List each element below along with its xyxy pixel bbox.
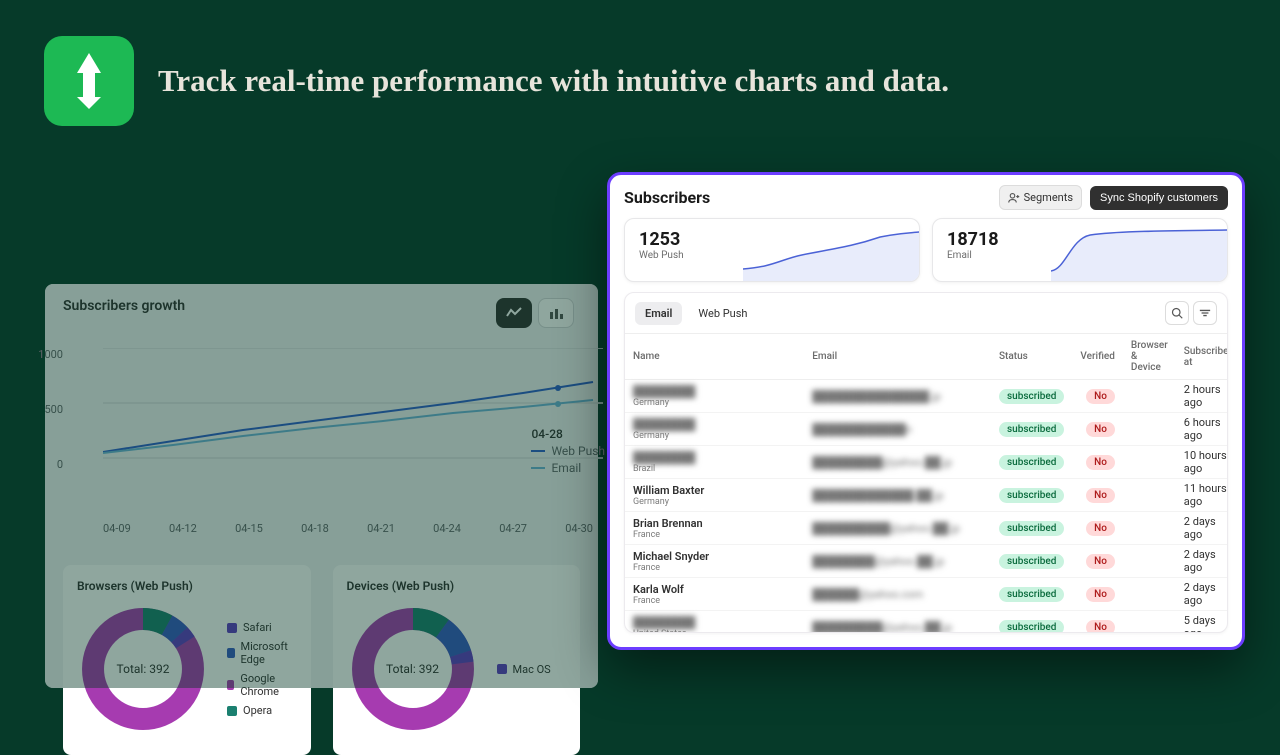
subscriber-name: ████████ bbox=[633, 616, 695, 629]
status-cell: subscribed bbox=[991, 512, 1072, 545]
subscriber-country: France bbox=[633, 563, 796, 573]
subscriber-country: United States bbox=[633, 629, 796, 634]
headline: Track real-time performance with intuiti… bbox=[158, 63, 949, 99]
subscriber-country: France bbox=[633, 530, 796, 540]
status-cell: subscribed bbox=[991, 446, 1072, 479]
subscriber-name: William Baxter bbox=[633, 484, 796, 497]
status-cell: subscribed bbox=[991, 380, 1072, 413]
subscriber-name: ████████ bbox=[633, 418, 695, 431]
subscribed-at: 2 hours ago bbox=[1176, 380, 1228, 413]
segments-button[interactable]: Segments bbox=[999, 185, 1082, 210]
subscriber-email: ████████@yahoo.██.jp bbox=[812, 555, 944, 568]
subscribed-at: 11 hours ago bbox=[1176, 479, 1228, 512]
filter-button[interactable] bbox=[1193, 301, 1217, 325]
table-row[interactable]: William BaxterGermany █████████████.██.jp… bbox=[625, 479, 1228, 512]
subscriber-email: █████████@yahoo.██.jp bbox=[812, 621, 952, 634]
users-icon bbox=[1008, 192, 1020, 204]
subscriber-country: Germany bbox=[633, 398, 796, 408]
subscriber-email: ████████████n bbox=[812, 423, 912, 436]
card-email[interactable]: 18718 Email bbox=[932, 218, 1228, 282]
toggle-bar[interactable] bbox=[538, 298, 574, 328]
subscriber-email: ███████████████.jp bbox=[812, 390, 941, 403]
table-row[interactable]: ████████Brazil █████████@yahoo.██.jp subsc… bbox=[625, 446, 1228, 479]
sync-customers-button[interactable]: Sync Shopify customers bbox=[1090, 186, 1228, 210]
tab-email[interactable]: Email bbox=[635, 302, 682, 325]
devices-donut: Total: 392 bbox=[347, 603, 479, 735]
search-icon bbox=[1171, 307, 1183, 319]
browsers-card: Browsers (Web Push) Total: 392 Safari Mi… bbox=[63, 565, 311, 755]
table-row[interactable]: Brian BrennanFrance ██████████@yahoo.██.j… bbox=[625, 512, 1228, 545]
table-row[interactable]: ████████Germany ███████████████.jp subscri… bbox=[625, 380, 1228, 413]
status-cell: subscribed bbox=[991, 611, 1072, 634]
table-row[interactable]: Michael SnyderFrance ████████@yahoo.██.jp… bbox=[625, 545, 1228, 578]
subscribers-table: Name Email Status Verified Browser & Dev… bbox=[625, 334, 1228, 633]
subscriber-email: █████████@yahoo.██.jp bbox=[812, 456, 952, 469]
browsers-donut: Total: 392 bbox=[77, 603, 209, 735]
verified-cell: No bbox=[1072, 512, 1123, 545]
verified-cell: No bbox=[1072, 479, 1123, 512]
status-cell: subscribed bbox=[991, 545, 1072, 578]
verified-cell: No bbox=[1072, 446, 1123, 479]
verified-cell: No bbox=[1072, 380, 1123, 413]
chart-type-toggle bbox=[496, 298, 574, 328]
growth-x-axis: 04-0904-1204-1504-18 04-2104-2404-2704-3… bbox=[103, 522, 593, 535]
subscriber-country: Brazil bbox=[633, 464, 796, 474]
verified-cell: No bbox=[1072, 611, 1123, 634]
subscribed-at: 2 days ago bbox=[1176, 578, 1228, 611]
subscriber-name: ████████ bbox=[633, 385, 695, 398]
subscribed-at: 2 days ago bbox=[1176, 512, 1228, 545]
sparkline-icon bbox=[743, 219, 919, 282]
subscriber-name: Karla Wolf bbox=[633, 583, 796, 596]
status-cell: subscribed bbox=[991, 413, 1072, 446]
subscriber-email: ██████████@yahoo.██.jp bbox=[812, 522, 960, 535]
subscriber-email: █████████████.██.jp bbox=[812, 489, 944, 502]
tab-web-push[interactable]: Web Push bbox=[688, 302, 757, 325]
devices-card: Devices (Web Push) Total: 392 Mac OS bbox=[333, 565, 581, 755]
search-button[interactable] bbox=[1165, 301, 1189, 325]
subscriber-country: Germany bbox=[633, 497, 796, 507]
status-cell: subscribed bbox=[991, 479, 1072, 512]
sparkline-icon bbox=[1051, 219, 1227, 282]
subscribed-at: 2 days ago bbox=[1176, 545, 1228, 578]
subscriber-country: Germany bbox=[633, 431, 796, 441]
subscriber-name: Brian Brennan bbox=[633, 517, 796, 530]
table-row[interactable]: ████████United States █████████@yahoo.██.… bbox=[625, 611, 1228, 634]
subscriber-email: ██████@yahoo.com bbox=[812, 588, 923, 601]
card-web-push[interactable]: 1253 Web Push bbox=[624, 218, 920, 282]
subscriber-name: Michael Snyder bbox=[633, 550, 796, 563]
growth-panel: Subscribers growth 1000 500 0 04-28 Web … bbox=[45, 284, 598, 688]
toggle-line[interactable] bbox=[496, 298, 532, 328]
subscribers-panel: Subscribers Segments Sync Shopify custom… bbox=[607, 172, 1245, 650]
subscriber-country: France bbox=[633, 596, 796, 606]
subscriber-name: ████████ bbox=[633, 451, 695, 464]
subscribed-at: 6 hours ago bbox=[1176, 413, 1228, 446]
table-row[interactable]: ████████Germany ████████████n subscribedNo… bbox=[625, 413, 1228, 446]
filter-icon bbox=[1199, 308, 1211, 318]
subscribed-at: 5 days ago bbox=[1176, 611, 1228, 634]
subscribed-at: 10 hours ago bbox=[1176, 446, 1228, 479]
app-logo bbox=[44, 36, 134, 126]
table-row[interactable]: Karla WolfFrance ██████@yahoo.com subscrib… bbox=[625, 578, 1228, 611]
verified-cell: No bbox=[1072, 413, 1123, 446]
status-cell: subscribed bbox=[991, 578, 1072, 611]
verified-cell: No bbox=[1072, 578, 1123, 611]
growth-chart: 1000 500 0 04-28 Web Push Email bbox=[63, 348, 580, 518]
subscribers-title: Subscribers bbox=[624, 188, 710, 207]
verified-cell: No bbox=[1072, 545, 1123, 578]
